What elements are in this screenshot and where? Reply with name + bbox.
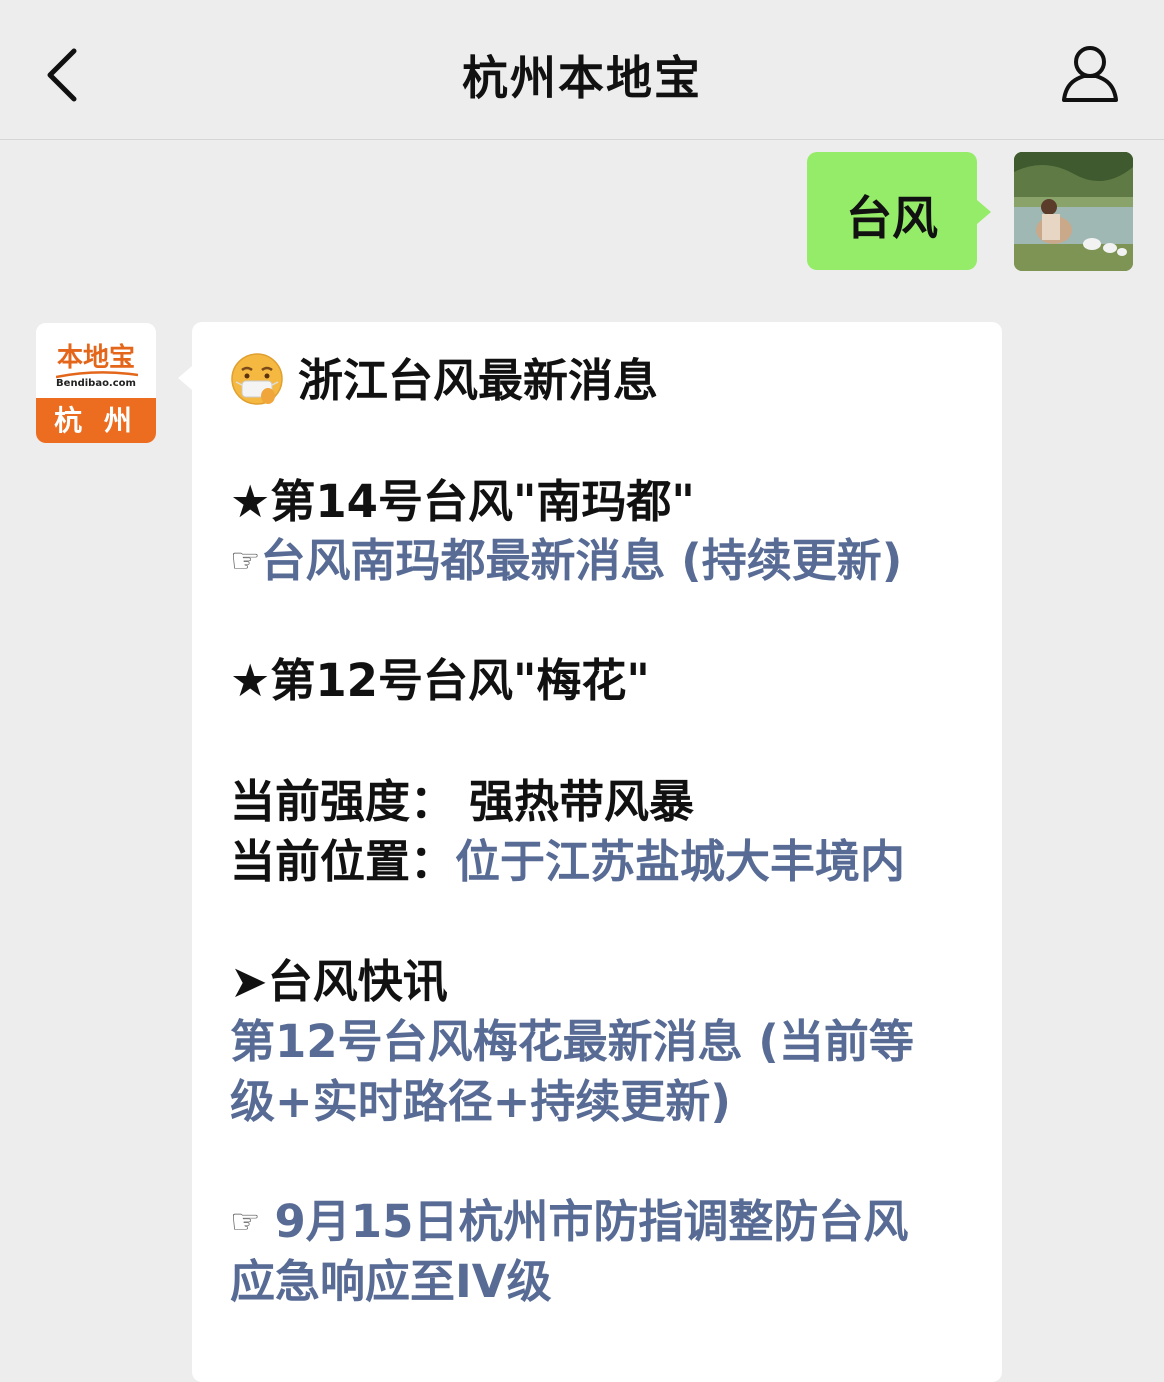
brand-city-label: 杭 州 xyxy=(36,398,156,443)
position-value-link[interactable]: 位于江苏盐城大丰境内 xyxy=(455,835,905,888)
brand-domain-text: Bendibao.com xyxy=(56,378,136,389)
message-heading-row: 浙江台风最新消息 xyxy=(230,351,658,411)
message-heading: 浙江台风最新消息 xyxy=(298,354,659,407)
brand-logo-text: 本地宝 xyxy=(56,343,135,373)
notice-link-row: ☞ 9月15日杭州市防指调整防台风 xyxy=(230,1192,908,1252)
typhoon12-title: ★第12号台风"梅花" xyxy=(230,654,650,707)
pointing-hand-icon: ☞ xyxy=(230,1202,261,1242)
typhoon14-title: ★第14号台风"南玛都" xyxy=(230,475,695,528)
strength-label: 当前强度： xyxy=(230,775,456,828)
news-link-line2[interactable]: 级+实时路径+持续更新) xyxy=(230,1072,731,1132)
nav-bar: 杭州本地宝 xyxy=(0,0,1164,140)
strength-value: 强热带风暴 xyxy=(469,775,695,828)
typhoon14-link[interactable]: 台风南玛都最新消息 (持续更新) xyxy=(260,534,902,587)
strength-row: 当前强度： 强热带风暴 xyxy=(230,772,694,832)
typhoon14-link-row: ☞台风南玛都最新消息 (持续更新) xyxy=(230,531,902,591)
user-avatar-image xyxy=(1014,152,1133,271)
mask-face-emoji-icon xyxy=(231,353,283,405)
position-label: 当前位置： xyxy=(230,835,456,888)
outgoing-message-bubble[interactable]: 台风 xyxy=(807,152,991,270)
position-row: 当前位置：位于江苏盐城大丰境内 xyxy=(230,832,905,892)
news-link-line1[interactable]: 第12号台风梅花最新消息 (当前等 xyxy=(230,1012,914,1072)
person-icon[interactable] xyxy=(1060,42,1120,104)
user-avatar[interactable] xyxy=(1014,152,1133,271)
pointing-hand-icon: ☞ xyxy=(230,541,261,581)
page-title: 杭州本地宝 xyxy=(462,51,702,105)
outgoing-message-text: 台风 xyxy=(846,191,938,245)
notice-link-line1[interactable]: 9月15日杭州市防指调整防台风 xyxy=(274,1195,908,1248)
news-title: ➤台风快讯 xyxy=(230,955,448,1008)
bot-avatar[interactable]: 本地宝 Bendibao.com 杭 州 xyxy=(36,323,156,443)
notice-link-line2[interactable]: 应急响应至IV级 xyxy=(230,1252,552,1312)
